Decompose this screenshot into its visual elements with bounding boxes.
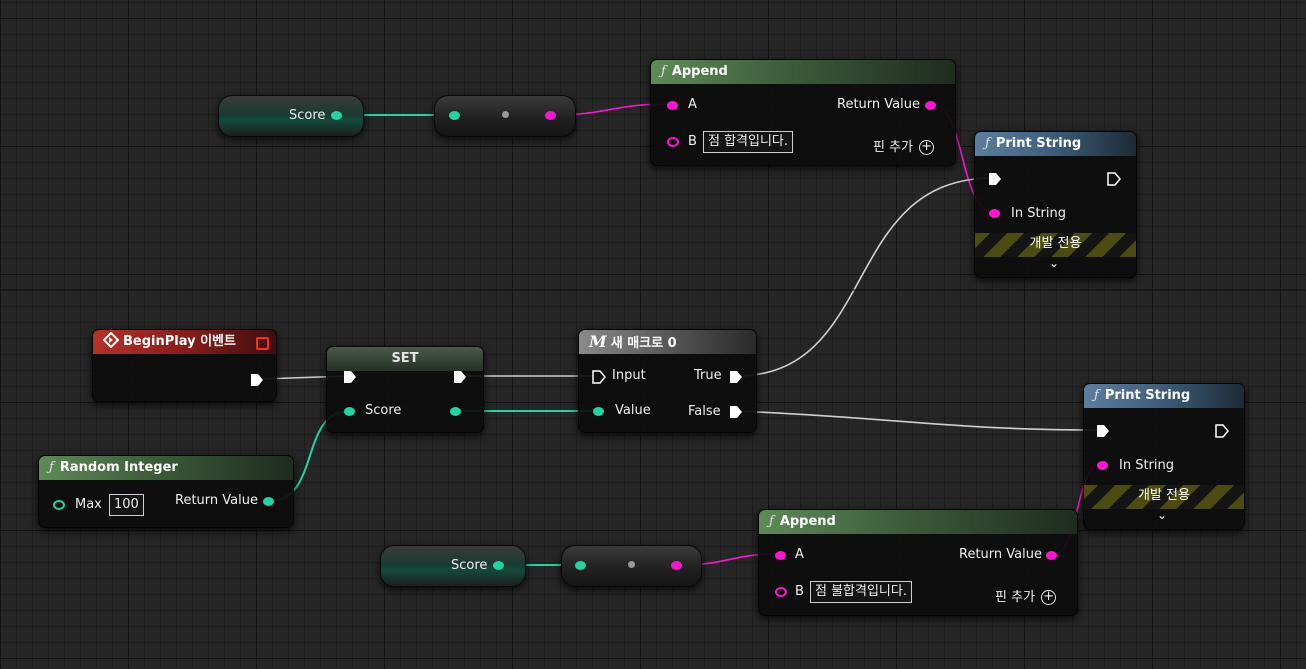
in-string-pin[interactable]: [1097, 461, 1108, 470]
pin-b-value-input[interactable]: 점 합격입니다.: [703, 131, 794, 153]
reroute-input-pin[interactable]: [575, 561, 586, 570]
add-pin-icon: +: [919, 140, 935, 155]
reroute-node-bottom[interactable]: [561, 545, 702, 587]
delegate-pin-icon[interactable]: [256, 337, 269, 350]
return-value-pin[interactable]: [925, 101, 936, 110]
function-icon: ƒ: [769, 514, 774, 529]
in-string-label: In String: [1011, 206, 1067, 221]
exec-output-pin[interactable]: [1215, 424, 1229, 438]
score-input-label: Score: [365, 403, 402, 418]
exec-output-pin[interactable]: [1107, 172, 1121, 186]
exec-input-pin[interactable]: [988, 172, 1002, 186]
score-variable-node-top[interactable]: Score: [218, 95, 364, 137]
event-diamond-icon: [102, 331, 120, 349]
pin-b[interactable]: [667, 137, 679, 147]
score-variable-node-bottom[interactable]: Score: [380, 545, 526, 587]
pin-a[interactable]: [667, 101, 678, 110]
node-header: M새 매크로 0: [579, 330, 756, 354]
node-header: ƒ Random Integer: [39, 456, 293, 480]
begin-play-event-node[interactable]: BeginPlay 이벤트: [92, 329, 277, 402]
score-variable-label: Score: [289, 108, 326, 123]
false-exec-pin[interactable]: [729, 405, 743, 419]
score-output-pin[interactable]: [493, 561, 504, 570]
random-integer-node[interactable]: ƒ Random Integer Max 100 Return Value: [38, 455, 294, 528]
max-input-pin[interactable]: [53, 500, 65, 510]
pin-b[interactable]: [775, 587, 787, 597]
add-pin-button[interactable]: 핀 추가 +: [995, 586, 1057, 605]
in-string-label: In String: [1119, 458, 1175, 473]
true-exec-pin[interactable]: [729, 370, 743, 384]
append-node-bottom[interactable]: ƒ Append A Return Value B 점 불합격입니다. 핀 추가 +: [758, 509, 1078, 616]
pin-b-label: B: [688, 134, 697, 149]
macro-icon: M: [589, 332, 607, 351]
exec-output-pin[interactable]: [250, 373, 264, 387]
function-icon: ƒ: [985, 136, 990, 151]
wire-false-to-print: [735, 410, 1102, 431]
wire-true-to-print: [735, 177, 994, 377]
pin-b-label: B: [795, 584, 804, 599]
exec-input-pin[interactable]: [343, 370, 357, 384]
return-value-label: Return Value: [175, 493, 258, 508]
score-output-pin[interactable]: [331, 111, 342, 120]
score-output-pin[interactable]: [450, 407, 461, 416]
node-header: SET: [327, 347, 483, 371]
macro-node[interactable]: M새 매크로 0 Input True Value False: [578, 329, 757, 433]
dev-only-banner: 개발 전용: [975, 233, 1136, 257]
reroute-output-pin[interactable]: [545, 111, 556, 120]
chevron-down-icon[interactable]: ⌄: [1049, 256, 1059, 270]
pin-b-value-input[interactable]: 점 불합격입니다.: [810, 581, 912, 603]
node-header: BeginPlay 이벤트: [93, 330, 276, 354]
value-input-pin[interactable]: [593, 407, 604, 416]
exec-input-pin[interactable]: [592, 370, 606, 384]
return-value-pin[interactable]: [1046, 551, 1057, 560]
node-header: ƒ Append: [759, 510, 1077, 534]
chevron-down-icon[interactable]: ⌄: [1157, 508, 1167, 522]
reroute-center-dot: [628, 561, 635, 568]
exec-output-pin[interactable]: [453, 370, 467, 384]
score-input-pin[interactable]: [344, 407, 355, 416]
node-header: ƒ Append: [651, 60, 955, 84]
node-header: ƒ Print String: [1084, 384, 1244, 408]
add-pin-button[interactable]: 핀 추가 +: [873, 136, 935, 155]
return-value-pin[interactable]: [263, 497, 274, 506]
false-label: False: [688, 404, 721, 419]
reroute-input-pin[interactable]: [449, 111, 460, 120]
value-label: Value: [615, 403, 651, 418]
return-value-label: Return Value: [837, 97, 920, 112]
dev-only-banner: 개발 전용: [1084, 485, 1244, 509]
pin-a-label: A: [795, 547, 804, 562]
reroute-center-dot: [502, 111, 509, 118]
function-icon: ƒ: [661, 64, 666, 79]
node-header: ƒ Print String: [975, 132, 1136, 156]
add-pin-icon: +: [1041, 590, 1057, 605]
reroute-output-pin[interactable]: [671, 561, 682, 570]
append-node-top[interactable]: ƒ Append A Return Value B 점 합격입니다. 핀 추가 +: [650, 59, 956, 166]
function-icon: ƒ: [1094, 388, 1099, 403]
print-string-node-bottom[interactable]: ƒ Print String In String 개발 전용 ⌄: [1083, 383, 1245, 530]
score-variable-label: Score: [451, 558, 488, 573]
return-value-label: Return Value: [959, 547, 1042, 562]
in-string-pin[interactable]: [989, 209, 1000, 218]
pin-a[interactable]: [775, 551, 786, 560]
function-icon: ƒ: [49, 460, 54, 475]
set-score-node[interactable]: SET Score: [326, 346, 484, 433]
true-label: True: [694, 368, 722, 383]
max-value-input[interactable]: 100: [109, 494, 144, 516]
print-string-node-top[interactable]: ƒ Print String In String 개발 전용 ⌄: [974, 131, 1137, 278]
reroute-node-top[interactable]: [434, 95, 576, 137]
input-label: Input: [612, 368, 646, 383]
exec-input-pin[interactable]: [1096, 424, 1110, 438]
pin-a-label: A: [688, 97, 697, 112]
max-label: Max: [75, 497, 102, 512]
